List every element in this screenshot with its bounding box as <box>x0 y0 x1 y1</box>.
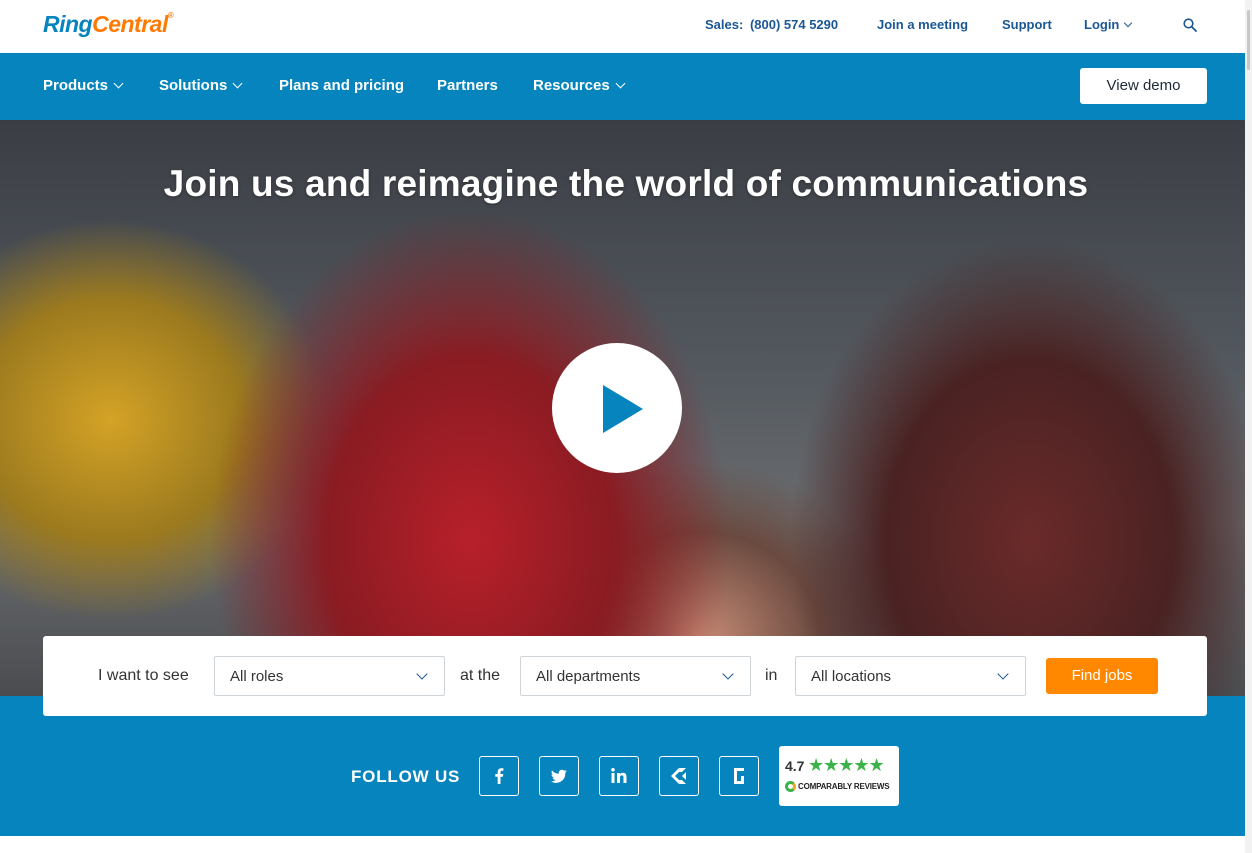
nav-partners[interactable]: Partners <box>437 77 498 94</box>
logo-ring-text: Ring <box>43 11 93 37</box>
nav-solutions[interactable]: Solutions <box>159 77 243 94</box>
glassdoor-g-icon[interactable] <box>719 756 759 796</box>
scrollbar-track[interactable] <box>1245 0 1252 853</box>
follow-us-label: FOLLOW US <box>351 767 461 786</box>
locations-select[interactable]: All locations <box>795 656 1026 696</box>
chevron-down-icon <box>416 668 428 680</box>
play-icon <box>603 385 643 433</box>
nav-solutions-label: Solutions <box>159 77 228 94</box>
sales-phone-link[interactable]: Sales: (800) 574 5290 <box>705 17 838 32</box>
nav-products[interactable]: Products <box>43 77 124 94</box>
twitter-icon[interactable] <box>539 756 579 796</box>
label-at-the: at the <box>460 667 501 684</box>
view-demo-button[interactable]: View demo <box>1080 68 1207 104</box>
comparably-reviews-badge[interactable]: 4.7 ★★★★★ COMPARABLY REVIEWS <box>779 746 899 806</box>
scrollbar-thumb[interactable] <box>1247 10 1250 70</box>
hero-title: Join us and reimagine the world of commu… <box>163 163 1089 204</box>
nav-resources[interactable]: Resources <box>533 77 626 94</box>
departments-select-value: All departments <box>536 668 641 685</box>
nav-products-label: Products <box>43 77 109 94</box>
logo-registered-mark: ® <box>167 11 174 20</box>
label-in: in <box>765 667 778 684</box>
departments-select[interactable]: All departments <box>520 656 751 696</box>
support-link[interactable]: Support <box>1002 17 1052 32</box>
chevron-down-icon <box>615 78 626 89</box>
top-bar: RingCentral® Sales: (800) 574 5290 Join … <box>0 0 1252 53</box>
linkedin-icon[interactable] <box>599 756 639 796</box>
play-video-button[interactable] <box>552 343 682 473</box>
roles-select[interactable]: All roles <box>214 656 445 696</box>
chevron-down-icon <box>722 668 734 680</box>
nav-resources-label: Resources <box>533 77 610 94</box>
label-i-want-to-see: I want to see <box>98 667 189 684</box>
comparably-rating: 4.7 <box>785 758 805 774</box>
sales-phone-number: (800) 574 5290 <box>749 17 839 32</box>
chevron-down-icon <box>1124 18 1133 28</box>
hero-image: Join us and reimagine the world of commu… <box>0 120 1252 696</box>
logo-central-text: Central <box>92 11 168 37</box>
star-rating-icon: ★★★★★ <box>808 755 885 775</box>
facebook-icon[interactable] <box>479 756 519 796</box>
chevron-down-icon <box>232 78 243 89</box>
comparably-brand: COMPARABLY REVIEWS <box>798 782 890 791</box>
roles-select-value: All roles <box>230 668 284 685</box>
main-nav: Products Solutions Plans and pricing Par… <box>0 53 1252 120</box>
locations-select-value: All locations <box>811 668 892 685</box>
nav-plans-pricing[interactable]: Plans and pricing <box>279 77 404 94</box>
job-search-panel: I want to see All roles at the All depar… <box>43 636 1207 716</box>
search-icon[interactable] <box>1183 18 1197 32</box>
chevron-down-icon <box>113 78 124 89</box>
chevron-down-icon <box>997 668 1009 680</box>
join-meeting-link[interactable]: Join a meeting <box>877 17 968 32</box>
ringcentral-logo[interactable]: RingCentral® <box>43 11 174 38</box>
login-label: Login <box>1084 17 1120 32</box>
sales-label: Sales: <box>705 17 744 32</box>
glassdoor-c-icon[interactable] <box>659 756 699 796</box>
find-jobs-button[interactable]: Find jobs <box>1046 658 1158 694</box>
login-menu[interactable]: Login <box>1084 17 1133 32</box>
comparably-logo-icon <box>785 781 796 792</box>
